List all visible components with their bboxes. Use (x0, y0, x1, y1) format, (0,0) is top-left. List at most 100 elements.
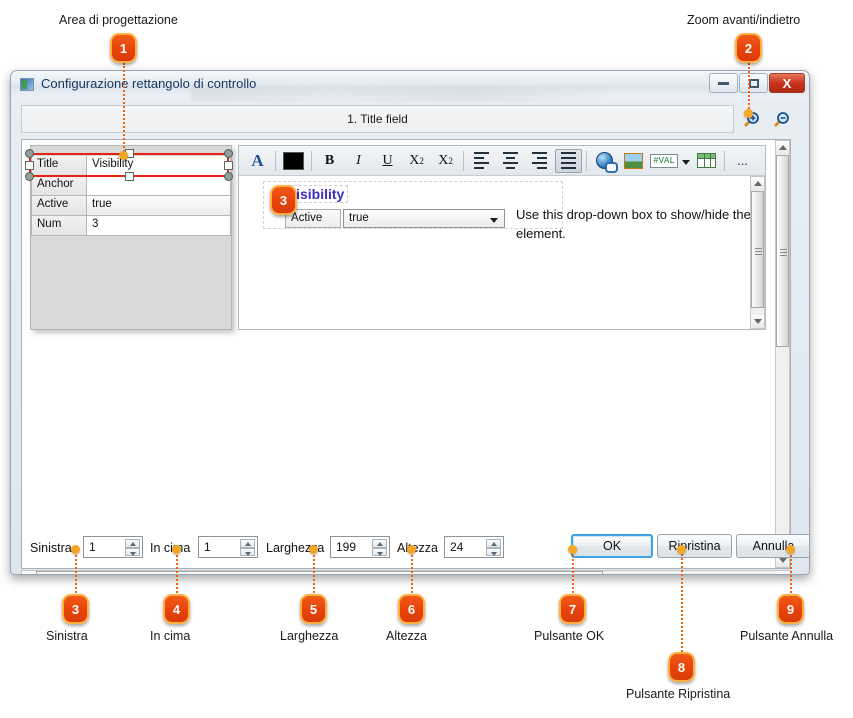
align-left-icon[interactable] (468, 149, 495, 173)
selection-handle-se[interactable] (224, 172, 233, 181)
property-value-spinner[interactable]: 3 (87, 216, 231, 236)
spinner-icon[interactable] (372, 539, 387, 556)
configuration-dialog: Configurazione rettangolo di controllo X… (10, 70, 810, 575)
hint-text: Use this drop-down box to show/hide the … (516, 207, 751, 241)
editor-area: Title Visibility Anchor Active true Num … (21, 139, 791, 569)
spinner-icon[interactable] (486, 539, 501, 556)
cancel-button[interactable]: Annulla (736, 534, 809, 558)
hyperlink-icon[interactable] (591, 149, 618, 173)
scrollbar-thumb[interactable] (36, 571, 603, 574)
larghezza-input[interactable]: 199 (330, 536, 390, 558)
callout-badge-1: 1 (110, 33, 137, 63)
align-justify-icon[interactable] (555, 148, 582, 173)
close-button[interactable]: X (769, 73, 805, 93)
subscript-icon[interactable]: X2 (403, 149, 430, 173)
callout-badge-5: 5 (300, 594, 327, 624)
scroll-right-arrow[interactable] (777, 571, 790, 574)
chevron-down-icon (490, 218, 498, 223)
scrollbar-thumb[interactable] (776, 155, 789, 347)
property-key: Anchor (31, 176, 87, 196)
selection-handle-e[interactable] (224, 161, 233, 170)
scroll-left-arrow[interactable] (22, 571, 35, 574)
selection-handle-s[interactable] (125, 172, 134, 181)
in-cima-input[interactable]: 1 (198, 536, 258, 558)
app-icon (20, 78, 34, 91)
selection-handle-w[interactable] (25, 161, 34, 170)
callout-badge-3-inline: 3 (270, 185, 297, 215)
rich-text-content[interactable]: Visibility Active true Use this drop-dow… (239, 176, 765, 329)
more-options-icon[interactable]: ... (729, 149, 756, 173)
align-right-icon[interactable] (526, 149, 553, 173)
callout-badge-6: 6 (398, 594, 425, 624)
minimize-button[interactable] (709, 73, 738, 93)
callout-leader-8 (681, 547, 683, 655)
selection-handle-sw[interactable] (25, 172, 34, 181)
screenshot-root: Area di progettazione 1 Zoom avanti/indi… (0, 0, 853, 718)
callout-badge-4: 4 (163, 594, 190, 624)
text-color-swatch[interactable] (280, 149, 307, 173)
maximize-button[interactable] (739, 73, 768, 93)
scrollbar-grip (755, 246, 762, 255)
callout-dot-5 (309, 545, 318, 554)
property-value[interactable]: Visibility (87, 156, 231, 176)
tab-label: 1. Title field (347, 112, 408, 126)
callout-badge-8: 8 (668, 652, 695, 682)
callout-dot-8 (677, 545, 686, 554)
altezza-label: Altezza (397, 541, 438, 555)
spinner-icon[interactable] (240, 539, 255, 556)
scroll-up-arrow[interactable] (751, 177, 764, 190)
callout-dot-1 (119, 151, 128, 160)
in-cima-label: In cima (150, 541, 191, 555)
scroll-up-arrow[interactable] (776, 141, 789, 154)
callout-badge-2: 2 (735, 33, 762, 63)
callout-badge-9: 9 (777, 594, 804, 624)
callout-leader-4 (176, 547, 178, 597)
selection-handle-nw[interactable] (25, 149, 34, 158)
spinner-icon[interactable] (125, 539, 140, 556)
underline-icon[interactable]: U (374, 149, 401, 173)
active-dropdown[interactable]: true (343, 209, 505, 228)
callout-leader-9 (790, 547, 792, 597)
altezza-input[interactable]: 24 (444, 536, 504, 558)
property-row-active[interactable]: Active true (31, 196, 231, 216)
ok-button[interactable]: OK (571, 534, 653, 558)
selection-handle-ne[interactable] (224, 149, 233, 158)
minimize-icon (718, 81, 729, 85)
design-area[interactable]: Title Visibility Anchor Active true Num … (25, 145, 233, 330)
toolbar-separator (586, 150, 587, 171)
tab-title-field[interactable]: 1. Title field (21, 105, 734, 133)
align-center-icon[interactable] (497, 149, 524, 173)
italic-icon[interactable]: I (345, 149, 372, 173)
scrollbar-grip (780, 247, 787, 256)
altezza-value: 24 (450, 540, 464, 554)
property-value[interactable] (87, 176, 231, 196)
chevron-down-icon (681, 159, 690, 165)
callout-label-9: Pulsante Annulla (740, 629, 834, 643)
callout-dot-2 (744, 109, 753, 118)
rich-text-vertical-scrollbar[interactable] (750, 176, 765, 329)
property-value-combo[interactable]: true (87, 196, 231, 216)
value-field-icon[interactable]: #VAL (649, 149, 691, 173)
reset-button[interactable]: Ripristina (657, 534, 732, 558)
callout-label-7: Pulsante OK (534, 629, 605, 643)
callout-leader-6 (411, 547, 413, 597)
superscript-icon[interactable]: X2 (432, 149, 459, 173)
table-icon[interactable] (693, 149, 720, 173)
dialog-titlebar[interactable]: Configurazione rettangolo di controllo X (11, 71, 809, 101)
zoom-out-icon[interactable] (772, 111, 790, 129)
callout-label-3: Sinistra (46, 629, 88, 643)
callout-leader-3 (75, 547, 77, 597)
editor-horizontal-scrollbar[interactable] (21, 570, 791, 574)
callout-leader-7 (572, 547, 574, 597)
active-dropdown-value: true (349, 212, 369, 224)
scrollbar-thumb[interactable] (751, 191, 764, 308)
image-icon[interactable] (620, 149, 647, 173)
value-field-label: #VAL (650, 153, 678, 168)
editor-vertical-scrollbar[interactable] (775, 140, 790, 568)
font-icon[interactable]: A (244, 149, 271, 173)
bold-icon[interactable]: B (316, 149, 343, 173)
scroll-down-arrow[interactable] (751, 315, 764, 328)
sinistra-input[interactable]: 1 (83, 536, 143, 558)
callout-label-4: In cima (150, 629, 191, 643)
property-row-num[interactable]: Num 3 (31, 216, 231, 236)
